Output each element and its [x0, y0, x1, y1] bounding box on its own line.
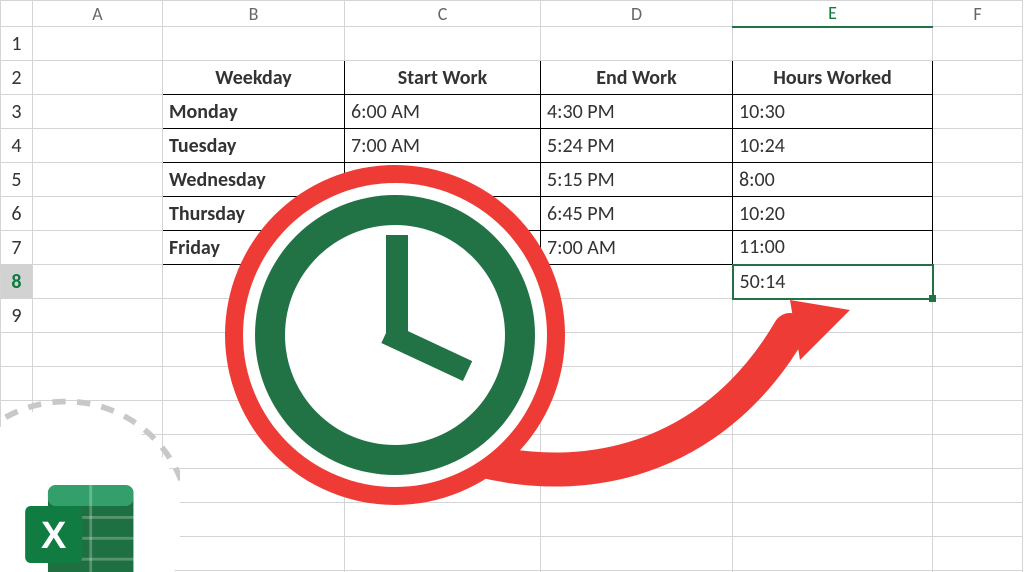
cell-weekday-thu[interactable]: Thursday — [163, 197, 345, 231]
cell-D8[interactable] — [541, 265, 733, 299]
cell-end-wed[interactable]: 5:15 PM — [541, 163, 733, 197]
cell-end-fri[interactable]: 7:00 AM — [541, 231, 733, 265]
cell-A2[interactable] — [33, 61, 163, 95]
corner-cell[interactable] — [1, 1, 33, 27]
cell-F2[interactable] — [933, 61, 1023, 95]
cell-hours-thu[interactable]: 10:20 — [733, 197, 933, 231]
cell-F4[interactable] — [933, 129, 1023, 163]
cell-F8[interactable] — [933, 265, 1023, 299]
cell-F5[interactable] — [933, 163, 1023, 197]
fill-handle[interactable] — [929, 295, 936, 302]
row-header-8[interactable]: 8 — [1, 265, 33, 299]
header-start-work[interactable]: Start Work — [345, 61, 541, 95]
cell-D1[interactable] — [541, 27, 733, 61]
cell-start-mon[interactable]: 6:00 AM — [345, 95, 541, 129]
cell-start-wed[interactable]: 9:15 AM — [345, 163, 541, 197]
cell-weekday-fri[interactable]: Friday — [163, 231, 345, 265]
cell-D9[interactable] — [541, 299, 733, 333]
row-header-3[interactable]: 3 — [1, 95, 33, 129]
cell-A8[interactable] — [33, 265, 163, 299]
cell-start-thu[interactable] — [345, 197, 541, 231]
cell-A5[interactable] — [33, 163, 163, 197]
cell-hours-fri[interactable]: 11:00 — [733, 231, 933, 265]
cell-hours-mon[interactable]: 10:30 — [733, 95, 933, 129]
col-header-D[interactable]: D — [541, 1, 733, 27]
row-header-7[interactable]: 7 — [1, 231, 33, 265]
cell-weekday-wed[interactable]: Wednesday — [163, 163, 345, 197]
col-header-C[interactable]: C — [345, 1, 541, 27]
header-hours-worked[interactable]: Hours Worked — [733, 61, 933, 95]
cell-A7[interactable] — [33, 231, 163, 265]
cell-E1[interactable] — [733, 27, 933, 61]
cell-A4[interactable] — [33, 129, 163, 163]
cell-end-mon[interactable]: 4:30 PM — [541, 95, 733, 129]
cell-hours-tue[interactable]: 10:24 — [733, 129, 933, 163]
cell-weekday-tue[interactable]: Tuesday — [163, 129, 345, 163]
row-header-1[interactable]: 1 — [1, 27, 33, 61]
cell-E9[interactable] — [733, 299, 933, 333]
col-header-B[interactable]: B — [163, 1, 345, 27]
cell-total-hours[interactable]: 50:14 — [733, 265, 933, 299]
cell-B8[interactable] — [163, 265, 345, 299]
cell-B1[interactable] — [163, 27, 345, 61]
excel-icon: X — [0, 392, 180, 572]
cell-end-thu[interactable]: 6:45 PM — [541, 197, 733, 231]
row-header-2[interactable]: 2 — [1, 61, 33, 95]
cell-A1[interactable] — [33, 27, 163, 61]
cell-F3[interactable] — [933, 95, 1023, 129]
cell-A3[interactable] — [33, 95, 163, 129]
cell-F7[interactable] — [933, 231, 1023, 265]
header-end-work[interactable]: End Work — [541, 61, 733, 95]
cell-F1[interactable] — [933, 27, 1023, 61]
cell-start-fri[interactable] — [345, 231, 541, 265]
svg-text:X: X — [41, 515, 67, 557]
col-header-A[interactable]: A — [33, 1, 163, 27]
cell-weekday-mon[interactable]: Monday — [163, 95, 345, 129]
row-header-5[interactable]: 5 — [1, 163, 33, 197]
row-header-6[interactable]: 6 — [1, 197, 33, 231]
header-weekday[interactable]: Weekday — [163, 61, 345, 95]
cell-A6[interactable] — [33, 197, 163, 231]
cell-C9[interactable] — [345, 299, 541, 333]
col-header-F[interactable]: F — [933, 1, 1023, 27]
cell-B9[interactable] — [163, 299, 345, 333]
cell-A9[interactable] — [33, 299, 163, 333]
row-header-9[interactable]: 9 — [1, 299, 33, 333]
row-header-blank[interactable] — [1, 333, 33, 367]
cell-F9[interactable] — [933, 299, 1023, 333]
col-header-E[interactable]: E — [733, 1, 933, 27]
cell-F6[interactable] — [933, 197, 1023, 231]
cell-hours-wed[interactable]: 8:00 — [733, 163, 933, 197]
cell-end-tue[interactable]: 5:24 PM — [541, 129, 733, 163]
row-header-4[interactable]: 4 — [1, 129, 33, 163]
cell-C1[interactable] — [345, 27, 541, 61]
cell-C8[interactable] — [345, 265, 541, 299]
cell-start-tue[interactable]: 7:00 AM — [345, 129, 541, 163]
